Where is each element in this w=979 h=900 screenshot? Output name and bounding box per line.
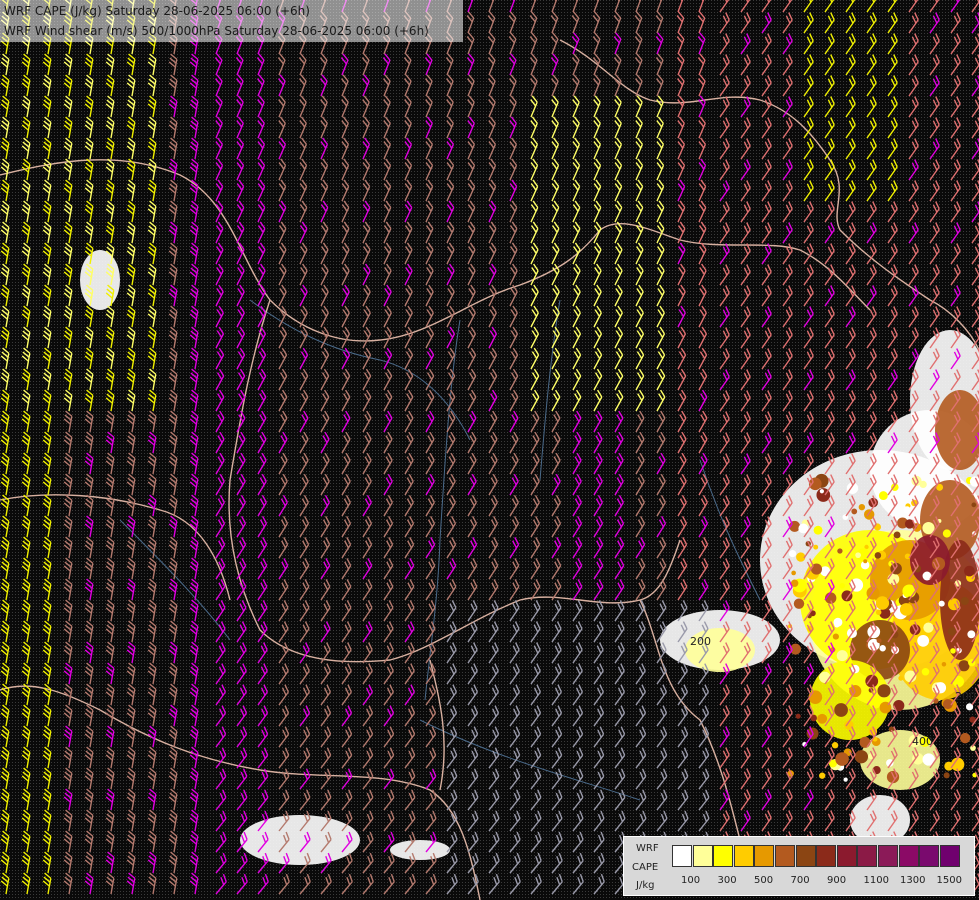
- cape-cell: [947, 627, 956, 636]
- cape-cell: [877, 684, 891, 698]
- contour-label: 400: [912, 735, 933, 748]
- cape-cell: [923, 622, 934, 633]
- legend-tick-label: 900: [827, 875, 847, 886]
- cape-cell: [959, 732, 971, 744]
- legend-swatch: [836, 845, 857, 867]
- cape-cell: [817, 713, 828, 724]
- cape-cell: [964, 565, 975, 577]
- legend-tick-label: 700: [790, 875, 810, 886]
- cape-cell: [887, 573, 900, 585]
- cape-area: [80, 250, 120, 310]
- cape-cell: [893, 531, 901, 539]
- cape-cell: [834, 703, 848, 717]
- legend-swatch: [795, 845, 816, 867]
- cape-cell: [834, 622, 840, 628]
- legend-tick-label: 1300: [900, 875, 926, 886]
- cape-cell: [843, 777, 848, 782]
- cape-cell: [831, 742, 839, 749]
- weather-map: 200 400 200: [0, 0, 979, 900]
- cape-cell: [819, 772, 826, 779]
- wind-shear-title: WRF Wind shear (m/s) 500/1000hPa Saturda…: [4, 24, 429, 38]
- legend-swatch: [672, 845, 692, 867]
- legend-tick-label: 500: [754, 875, 774, 886]
- cape-cell: [832, 633, 839, 640]
- cape-cell: [960, 596, 969, 606]
- cape-cell: [941, 662, 947, 667]
- legend-tick-label: 300: [717, 875, 737, 886]
- cape-cell: [795, 713, 801, 719]
- legend-swatch: [754, 845, 775, 867]
- cape-cell: [942, 529, 951, 538]
- cape-cell: [898, 675, 904, 681]
- cape-cell: [859, 736, 871, 748]
- cape-cell: [791, 570, 796, 576]
- cape-cell: [967, 630, 976, 639]
- legend-field: CAPE: [632, 862, 659, 873]
- cape-cell: [819, 671, 831, 683]
- cape-cell: [855, 552, 861, 559]
- cape-cell: [950, 648, 956, 654]
- cape-cell: [922, 571, 932, 581]
- legend-swatch: [919, 845, 940, 867]
- legend-unit: J/kg: [636, 880, 655, 891]
- legend-swatch: [713, 845, 734, 867]
- cape-cell: [971, 502, 977, 508]
- cape-title: WRF CAPE (J/kg) Saturday 28-06-2025 06:0…: [4, 4, 310, 18]
- cape-cell: [903, 506, 911, 514]
- legend-swatch: [857, 845, 878, 867]
- legend-swatch: [692, 845, 713, 867]
- cape-cell: [938, 600, 945, 607]
- legend-swatch: [816, 845, 837, 867]
- legend-swatch: [898, 845, 919, 867]
- legend-model: WRF: [636, 843, 659, 854]
- legend-tick-label: 1100: [863, 875, 889, 886]
- legend-tick-label: 1500: [936, 875, 962, 886]
- cape-cell: [835, 752, 849, 766]
- cape-cell: [921, 667, 930, 676]
- cape-area: [390, 840, 450, 860]
- legend-swatch: [878, 845, 898, 867]
- cape-area: [240, 815, 360, 865]
- cape-cell: [808, 690, 823, 705]
- cape-cell: [813, 525, 823, 535]
- cape-cell: [899, 603, 913, 616]
- cape-cell: [854, 750, 869, 764]
- legend-swatch: [775, 845, 795, 867]
- cape-cell: [837, 548, 843, 554]
- legend-swatch: [733, 845, 754, 867]
- cape-cell: [793, 598, 805, 609]
- cape-cell: [874, 552, 882, 559]
- contour-label: 200: [690, 635, 711, 648]
- cape-cell: [864, 544, 869, 550]
- legend-tick-label: 100: [681, 875, 701, 886]
- cape-cell: [836, 650, 848, 662]
- cape-cell: [851, 508, 858, 515]
- cape-cell: [839, 583, 845, 589]
- cape-cell: [879, 645, 886, 652]
- cape-cell: [858, 503, 866, 511]
- cape-cell: [878, 491, 888, 501]
- cape-cell: [813, 544, 819, 550]
- cape-cell: [917, 634, 930, 647]
- cape-cell: [788, 549, 797, 558]
- cape-cell: [876, 638, 882, 644]
- cape-cell: [819, 489, 824, 494]
- legend-swatch: [939, 845, 960, 867]
- cape-cell: [952, 675, 965, 688]
- contour-label: 200: [955, 690, 976, 703]
- map-title-box: WRF CAPE (J/kg) Saturday 28-06-2025 06:0…: [0, 0, 463, 42]
- cape-cell: [875, 596, 890, 610]
- cape-cell: [863, 559, 868, 564]
- cape-cell: [875, 609, 882, 615]
- cape-legend: WRF CAPE J/kg 100 300 500 700 900 1100 1300 150…: [623, 836, 975, 896]
- cape-cell: [943, 772, 950, 779]
